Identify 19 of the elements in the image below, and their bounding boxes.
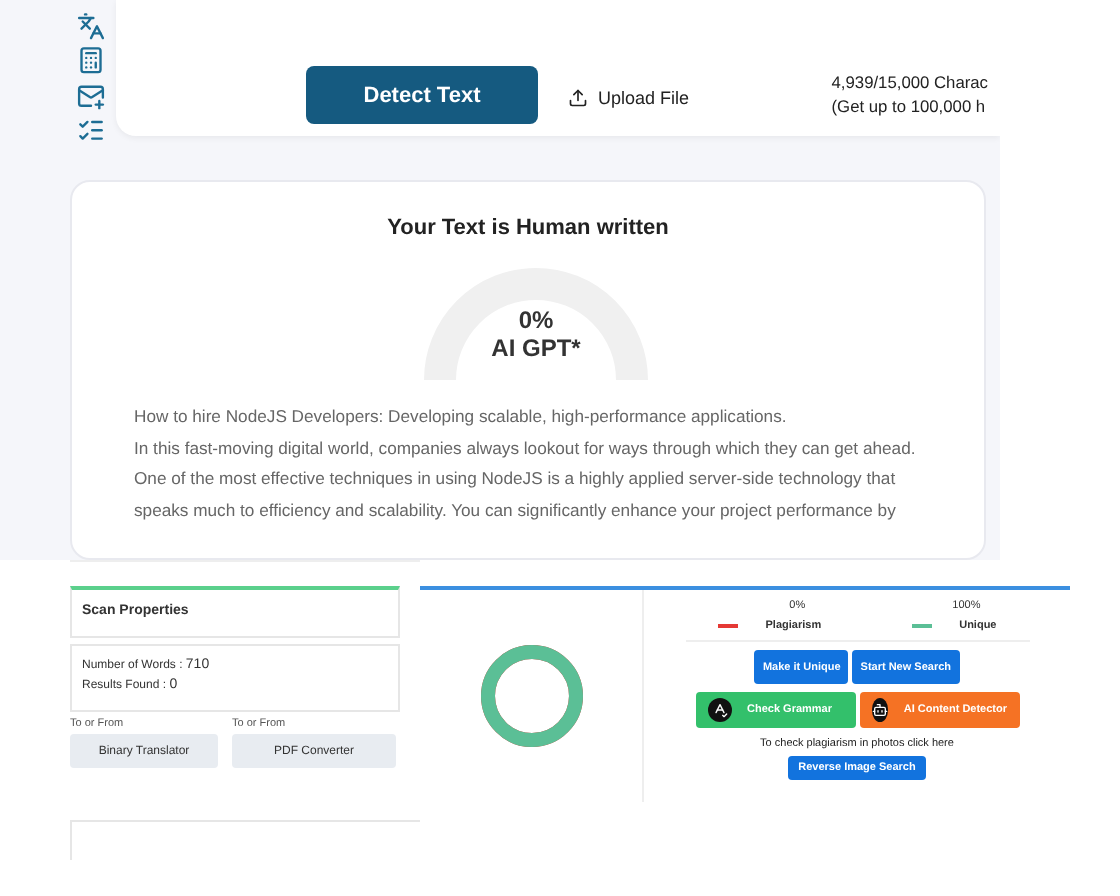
character-counter: (Get up to 100,000 h xyxy=(831,96,988,116)
list-icon[interactable] xyxy=(76,115,106,144)
upload-icon xyxy=(568,88,588,108)
gauge-percent: 0% xyxy=(518,306,554,334)
upload-file-button[interactable]: Upload File xyxy=(568,88,690,108)
character-counter: 4,939/15,000 Charac xyxy=(831,72,988,92)
paragraph-line: How to hire NodeJS Developers: Developing scalable, high-performance applications. xyxy=(134,404,789,430)
paragraph-line: speaks much to efficiency and scalability. You can significantly enhance your project performance by xyxy=(134,497,898,524)
translate-icon[interactable] xyxy=(76,12,106,41)
calculator-icon[interactable] xyxy=(76,46,106,75)
spell-check-icon xyxy=(707,698,731,722)
detect-text-button[interactable]: Detect Text xyxy=(306,66,538,124)
robot-icon xyxy=(871,698,888,722)
gauge-label: AI GPT* xyxy=(491,334,581,362)
mail-icon[interactable] xyxy=(76,81,106,110)
paragraph-line: One of the most effective techniques in using NodeJS is a highly applied server-side technology that xyxy=(134,466,898,492)
donut-chart xyxy=(475,640,587,752)
paragraph-line: In this fast-moving digital world, companies always lookout for ways through which they can get ahead. xyxy=(134,435,918,462)
result-title: Your Text is Human written xyxy=(385,216,671,240)
